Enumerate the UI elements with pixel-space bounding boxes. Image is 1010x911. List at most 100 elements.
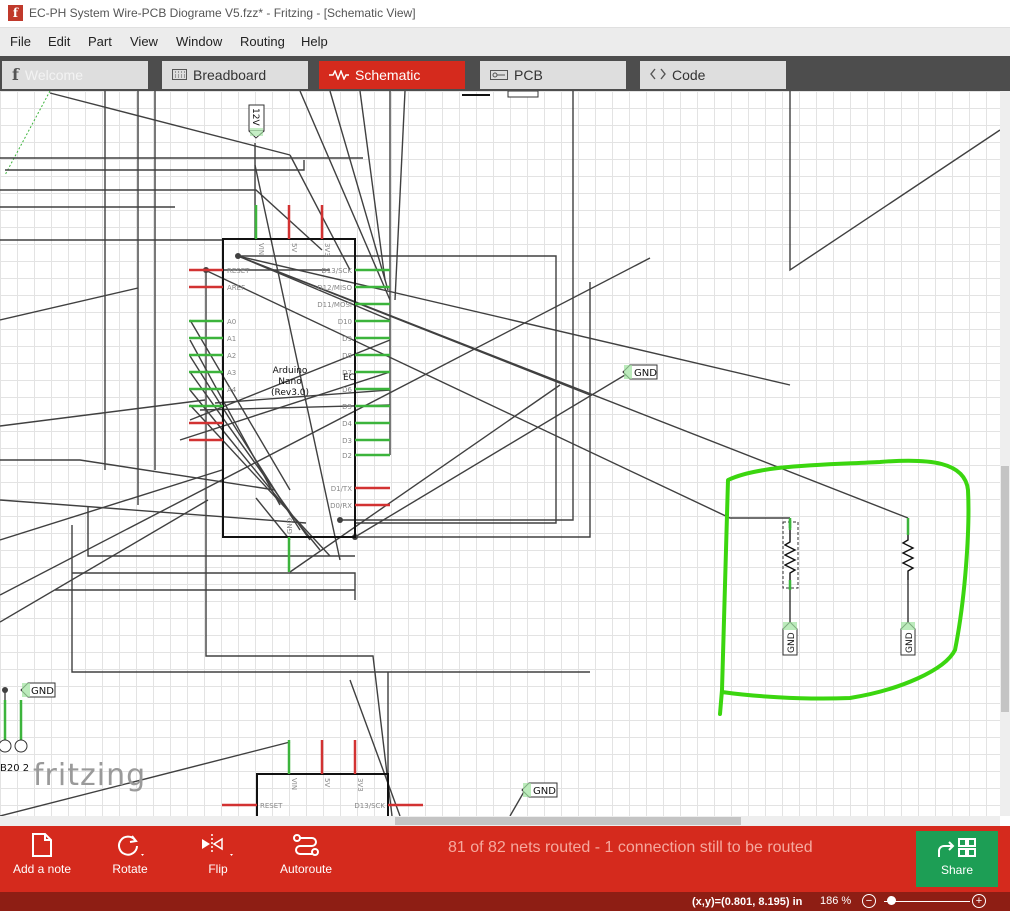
routing-status[interactable]: 81 of 82 nets routed - 1 connection stil… (448, 839, 813, 857)
arduino-name-line: Nano (278, 377, 302, 387)
schematic-canvas[interactable]: RESET AREF A0 A1 A2 A3 A4 D13/SCK D12/MI… (0, 91, 1000, 816)
zoom-level: 186 % (820, 895, 851, 907)
pin-label: D6 (342, 386, 352, 394)
pin-label: A1 (227, 335, 236, 343)
view-tab-bar: f Welcome Breadboard Schematic PCB Code (0, 56, 1010, 91)
pin-label: RESET (227, 267, 250, 275)
power-12v-symbol[interactable]: 12V (248, 104, 265, 139)
tab-code-label: Code (672, 67, 706, 83)
part-reference: EC (343, 373, 355, 383)
add-note-button[interactable]: Add a note (10, 826, 74, 892)
wire-network (0, 91, 1000, 816)
tab-welcome-label: Welcome (24, 67, 83, 83)
tab-breadboard-label: Breadboard (193, 67, 267, 83)
gnd-label-text: GND (31, 686, 54, 697)
flip-button[interactable]: Flip (200, 826, 236, 892)
pin-label: D0/RX (330, 502, 352, 510)
tab-schematic-label: Schematic (355, 67, 421, 83)
partial-part-top (462, 91, 539, 98)
horizontal-scroll-thumb[interactable] (395, 817, 741, 825)
pin-label: D8 (342, 352, 352, 360)
pin-label: AREF (227, 284, 245, 292)
share-label: Share (940, 863, 974, 877)
rotate-icon (118, 835, 144, 856)
pin-label: 5V (323, 778, 331, 787)
zoom-slider-knob[interactable] (887, 896, 896, 905)
pcb-icon (490, 61, 508, 89)
sensor-part[interactable]: B20 2 (0, 700, 29, 774)
add-note-label: Add a note (12, 862, 72, 876)
pin-label: D3 (342, 437, 352, 445)
note-icon (32, 833, 52, 857)
tab-pcb-label: PCB (514, 67, 543, 83)
autoroute-label: Autoroute (279, 862, 333, 876)
tab-pcb[interactable]: PCB (480, 61, 626, 89)
pin-label: GND (286, 518, 294, 534)
gnd-label-text: GND (634, 368, 657, 379)
breadboard-icon (172, 61, 187, 89)
window-title: EC-PH System Wire-PCB Diograme V5.fzz* -… (29, 6, 416, 20)
pin-label: D9 (342, 335, 352, 343)
gnd-label-resistor-1[interactable]: GND (782, 621, 798, 656)
zoom-slider[interactable] (884, 901, 970, 902)
pin-label: D4 (342, 420, 352, 428)
tab-schematic[interactable]: Schematic (319, 61, 465, 89)
gnd-label-1[interactable]: GND (622, 364, 658, 380)
tab-code[interactable]: Code (640, 61, 786, 89)
gnd-label-3[interactable]: GND (521, 782, 558, 798)
zoom-unit: % (841, 895, 852, 907)
tab-welcome[interactable]: f Welcome (2, 61, 148, 89)
green-annotation-circle (718, 458, 971, 716)
flip-label: Flip (208, 862, 228, 876)
menu-file[interactable]: File (10, 34, 31, 49)
share-icon (938, 838, 976, 857)
bottom-toolbar: Add a note Rotate Flip Autoroute 81 of 8… (0, 826, 1010, 892)
pin-label: D10 (338, 318, 352, 326)
power-label: 12V (250, 108, 260, 126)
autoroute-icon (293, 834, 319, 856)
pin-label: A3 (227, 369, 236, 377)
pin-label: A4 (227, 386, 237, 394)
pin-label: D12/MISO (317, 284, 352, 292)
sensor-label: B20 2 (0, 763, 29, 774)
vertical-scroll-thumb[interactable] (1001, 466, 1009, 712)
status-bar: (x,y)=(0.801, 8.195) in 186 % − + (0, 892, 1010, 911)
pin-label: A0 (227, 318, 236, 326)
arduino-name-line: Arduino (273, 366, 308, 376)
resistor-1[interactable] (782, 518, 799, 622)
zoom-out-button[interactable]: − (862, 894, 876, 908)
tab-breadboard[interactable]: Breadboard (162, 61, 308, 89)
share-button[interactable]: Share (916, 831, 998, 887)
pin-label: D11/MOSI (317, 301, 352, 309)
pin-label: 3V3 (356, 778, 364, 792)
zoom-in-button[interactable]: + (972, 894, 986, 908)
fritzing-watermark: fritzing (33, 758, 147, 793)
gnd-label-2[interactable]: GND (20, 682, 56, 698)
resistor-2[interactable] (901, 518, 915, 622)
autoroute-button[interactable]: Autoroute (278, 826, 334, 892)
pin-label: D2 (342, 452, 352, 460)
menu-help[interactable]: Help (301, 34, 328, 49)
menu-window[interactable]: Window (176, 34, 222, 49)
pin-label: D5 (342, 403, 352, 411)
gnd-label-text: GND (533, 786, 556, 797)
menu-view[interactable]: View (130, 34, 158, 49)
schematic-drawing: RESET AREF A0 A1 A2 A3 A4 D13/SCK D12/MI… (0, 91, 1000, 816)
pin-label: 3V3 (323, 243, 331, 257)
menu-routing[interactable]: Routing (240, 34, 285, 49)
fritzing-f-icon: f (12, 65, 19, 84)
menu-edit[interactable]: Edit (48, 34, 70, 49)
gnd-label-text: GND (787, 632, 797, 653)
menu-part[interactable]: Part (88, 34, 112, 49)
arduino-name-line: (Rev3.0) (271, 388, 309, 398)
code-brackets-icon (650, 61, 666, 89)
gnd-label-resistor-2[interactable]: GND (900, 621, 916, 656)
pin-label: D13/SCK (354, 802, 385, 810)
pin-label: 5V (290, 243, 298, 252)
flip-icon (202, 834, 233, 856)
rotate-label: Rotate (112, 862, 148, 876)
cursor-coordinates: (x,y)=(0.801, 8.195) in (692, 896, 803, 908)
rotate-button[interactable]: Rotate (105, 826, 155, 892)
pin-label: A2 (227, 352, 236, 360)
resistor-wave-icon (329, 61, 349, 89)
